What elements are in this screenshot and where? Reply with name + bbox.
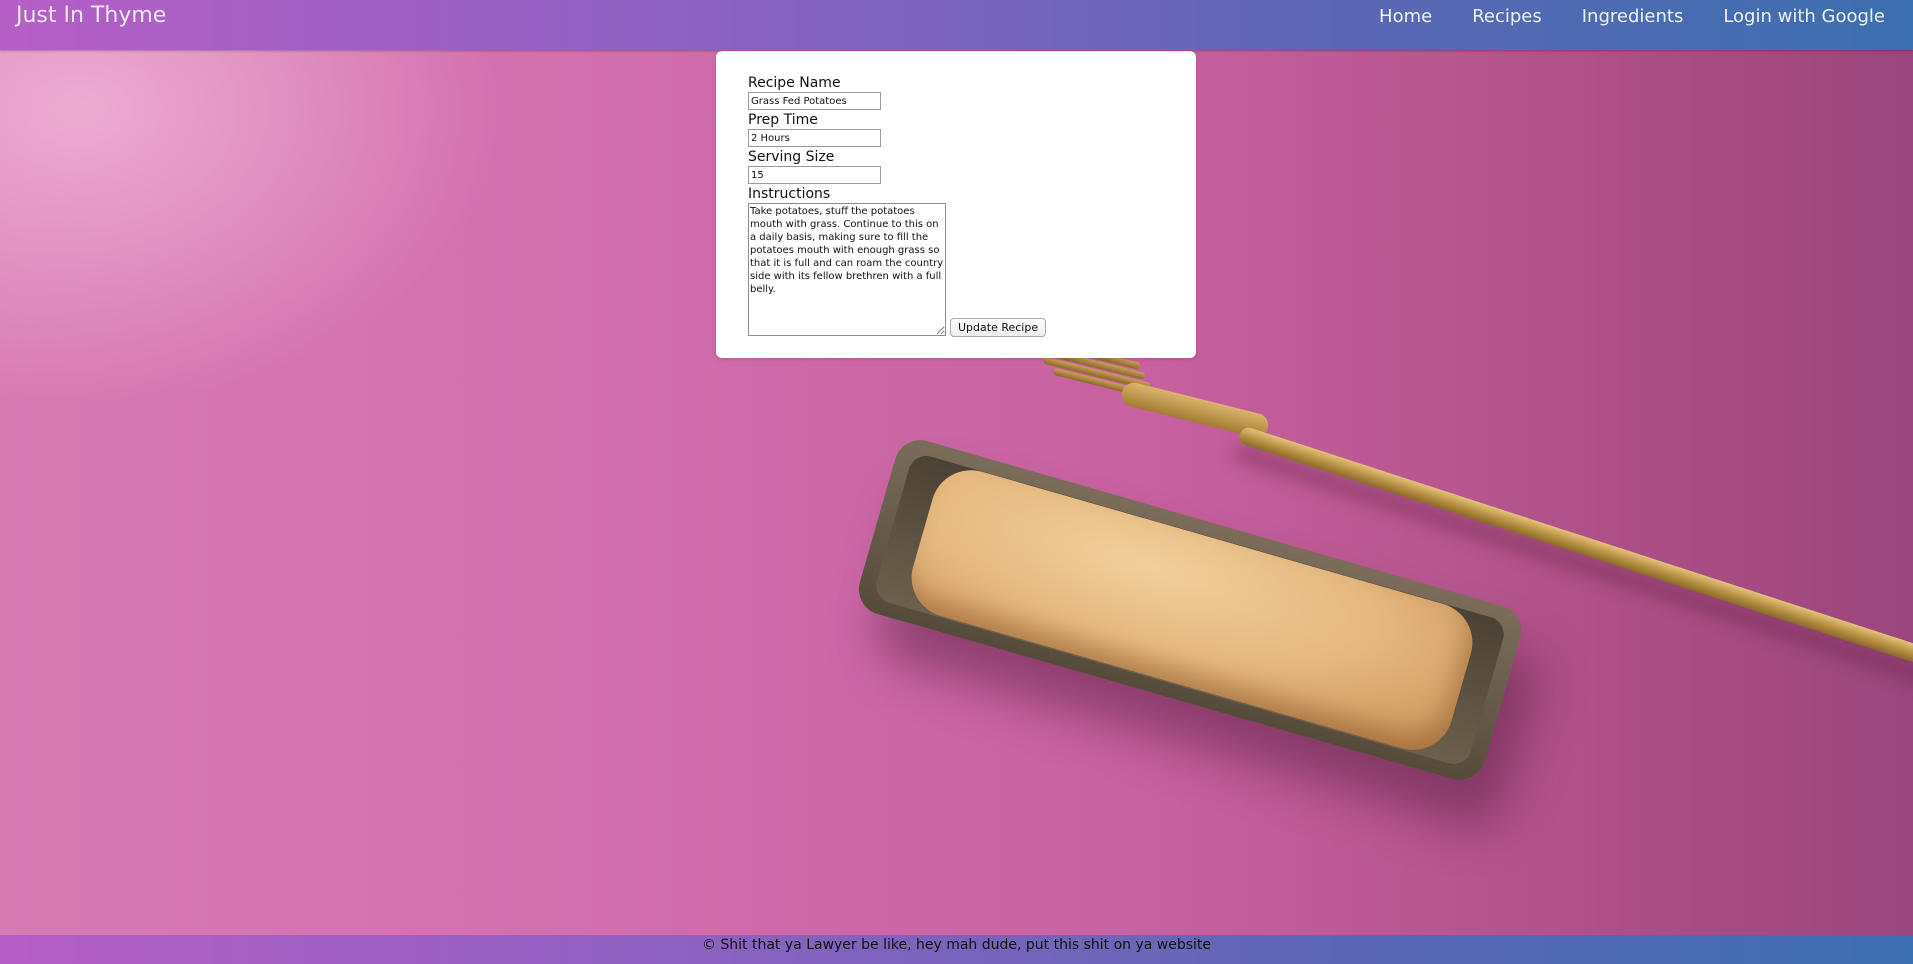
instructions-textarea[interactable]: Take potatoes, stuff the potatoes mouth … [748,203,946,336]
prep-time-label: Prep Time [748,112,818,128]
brand-link[interactable]: Just In Thyme [16,3,166,28]
update-recipe-button[interactable]: Update Recipe [950,318,1047,337]
serving-size-input[interactable] [748,166,881,184]
nav-link-home[interactable]: Home [1379,6,1432,27]
recipe-form: Recipe Name Prep Time Serving Size Instr… [748,75,1047,337]
nav-links: Home Recipes Ingredients Login with Goog… [1379,6,1885,27]
footer: © Shit that ya Lawyer be like, hey mah d… [0,935,1913,964]
prep-time-input[interactable] [748,129,881,147]
pound-cake [902,460,1482,760]
navbar: Just In Thyme Home Recipes Ingredients L… [0,0,1913,50]
nav-link-ingredients[interactable]: Ingredients [1582,6,1684,27]
page: Just In Thyme Home Recipes Ingredients L… [0,0,1913,964]
recipe-name-input[interactable] [748,92,881,110]
serving-size-label: Serving Size [748,149,835,165]
instructions-row: Take potatoes, stuff the potatoes mouth … [748,203,1047,337]
footer-text: © Shit that ya Lawyer be like, hey mah d… [701,937,1212,953]
nav-link-recipes[interactable]: Recipes [1472,6,1542,27]
recipe-name-label: Recipe Name [748,75,841,91]
nav-link-login-google[interactable]: Login with Google [1723,6,1885,27]
instructions-label: Instructions [748,186,831,202]
recipe-form-card: Recipe Name Prep Time Serving Size Instr… [716,51,1196,358]
